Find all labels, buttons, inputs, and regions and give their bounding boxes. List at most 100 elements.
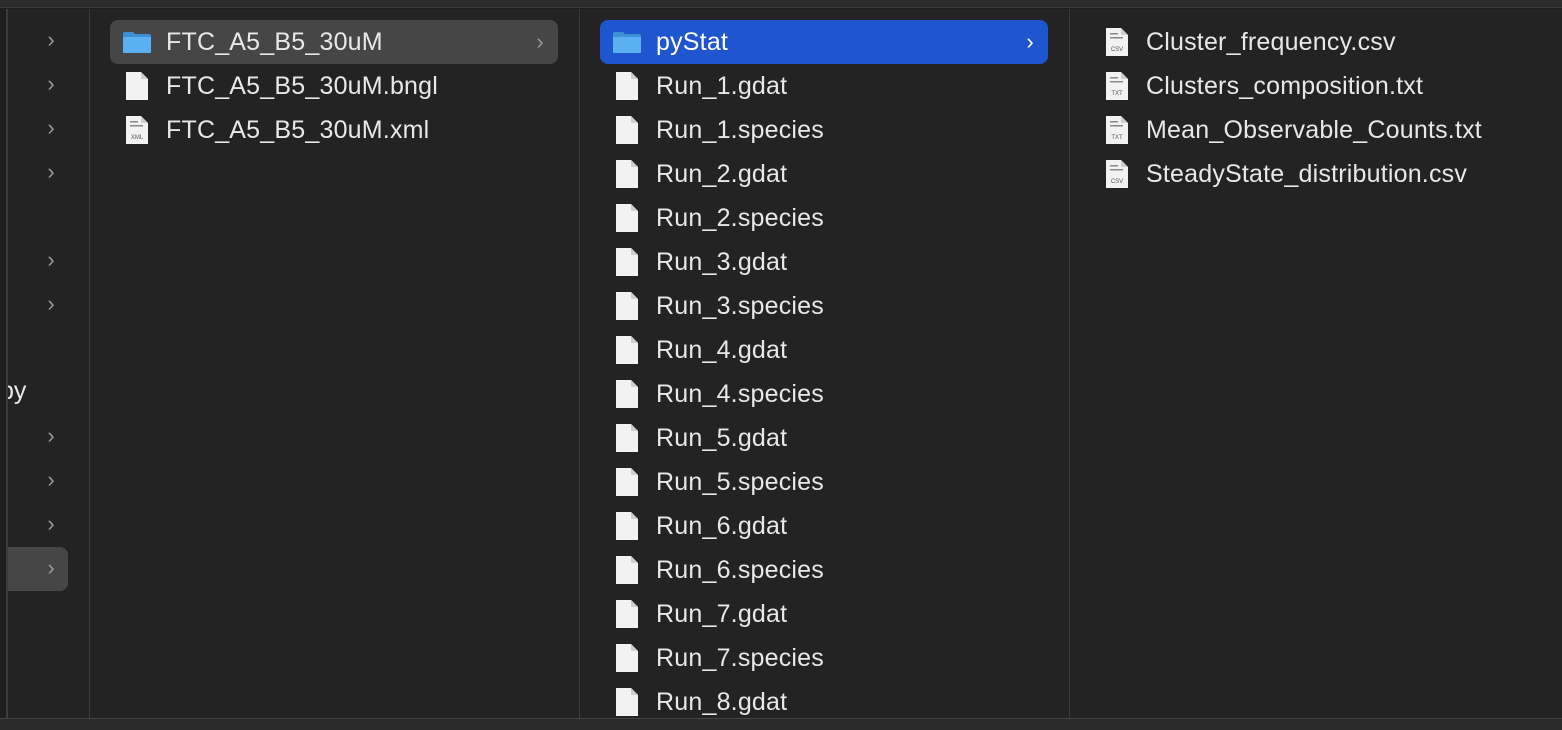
parent-row[interactable]: ›	[8, 238, 89, 282]
folder-icon	[613, 32, 641, 53]
list-item-label: Run_5.species	[656, 467, 824, 496]
list-item-label: Run_3.gdat	[656, 247, 788, 276]
list-item-label: Run_5.gdat	[656, 423, 788, 452]
list-item-label: Run_8.gdat	[656, 687, 788, 716]
parent-row[interactable]: ›	[8, 62, 89, 106]
parent-row-label-truncated: py	[8, 377, 27, 405]
list-item-label: FTC_A5_B5_30uM.xml	[166, 115, 430, 144]
csv-file-icon: CSV	[1105, 27, 1129, 57]
list-item-file[interactable]: CSV SteadyState_distribution.csv	[1090, 152, 1560, 196]
parent-row[interactable]: ›	[8, 282, 89, 326]
list-item-label: Run_4.species	[656, 379, 824, 408]
list-item-file[interactable]: Run_1.species	[600, 108, 1048, 152]
list-item-label: Run_1.species	[656, 115, 824, 144]
list-item-file[interactable]: Run_6.gdat	[600, 504, 1048, 548]
list-item-folder-selected[interactable]: FTC_A5_B5_30uM ›	[110, 20, 558, 64]
list-item-file[interactable]: Run_4.species	[600, 372, 1048, 416]
file-type-tag: TXT	[1111, 135, 1123, 141]
file-icon	[615, 555, 639, 585]
xml-file-icon: XML	[125, 115, 149, 145]
list-item-file[interactable]: CSV Cluster_frequency.csv	[1090, 20, 1560, 64]
chevron-right-icon: ›	[47, 115, 55, 140]
browser-column-parent[interactable]: › › › › › › py › › › ›	[8, 9, 89, 718]
list-item-folder-selected[interactable]: pyStat ›	[600, 20, 1048, 64]
list-item-label: Clusters_composition.txt	[1146, 71, 1424, 100]
txt-file-icon: TXT	[1105, 115, 1129, 145]
list-item-file[interactable]: Run_2.species	[600, 196, 1048, 240]
file-icon	[615, 687, 639, 717]
parent-row[interactable]: ›	[8, 414, 89, 458]
browser-column-1[interactable]: FTC_A5_B5_30uM › FTC_A5_B5_30uM.bngl XML…	[90, 9, 579, 718]
list-item-file[interactable]: Run_5.gdat	[600, 416, 1048, 460]
list-item-label: FTC_A5_B5_30uM	[166, 27, 383, 56]
window-top-edge	[0, 0, 1562, 8]
file-icon	[615, 115, 639, 145]
list-item-file[interactable]: Run_5.species	[600, 460, 1048, 504]
chevron-right-icon: ›	[47, 555, 55, 580]
file-icon	[615, 291, 639, 321]
list-item-label: SteadyState_distribution.csv	[1146, 159, 1468, 188]
list-item-label: Run_1.gdat	[656, 71, 788, 100]
chevron-right-icon: ›	[47, 291, 55, 316]
list-item-file[interactable]: Run_3.gdat	[600, 240, 1048, 284]
list-item-file[interactable]: Run_2.gdat	[600, 152, 1048, 196]
list-item-label: Run_7.species	[656, 643, 824, 672]
list-item-label: Run_6.species	[656, 555, 824, 584]
list-item-file[interactable]: FTC_A5_B5_30uM.bngl	[110, 64, 558, 108]
list-item-label: Run_2.gdat	[656, 159, 788, 188]
browser-column-3[interactable]: CSV Cluster_frequency.csv TXT Clusters_comp…	[1070, 9, 1562, 718]
file-icon	[615, 599, 639, 629]
browser-column-2[interactable]: pyStat › Run_1.gdat Run_1.species Run_2.gd…	[580, 9, 1069, 718]
list-item-file[interactable]: Run_1.gdat	[600, 64, 1048, 108]
file-icon	[615, 467, 639, 497]
list-item-file[interactable]: TXT Mean_Observable_Counts.txt	[1090, 108, 1560, 152]
parent-row[interactable]: ›	[8, 106, 89, 150]
list-item-label: Run_2.species	[656, 203, 824, 232]
file-icon	[615, 203, 639, 233]
list-item-file[interactable]: Run_8.gdat	[600, 680, 1048, 718]
chevron-right-icon: ›	[47, 467, 55, 492]
parent-row-selected[interactable]: ›	[8, 546, 89, 590]
chevron-right-icon: ›	[47, 159, 55, 184]
file-type-tag: CSV	[1110, 47, 1124, 53]
file-type-tag: TXT	[1111, 91, 1123, 97]
file-icon	[615, 335, 639, 365]
list-item-file[interactable]: Run_7.gdat	[600, 592, 1048, 636]
chevron-right-icon: ›	[47, 27, 55, 52]
csv-file-icon: CSV	[1105, 159, 1129, 189]
file-icon	[615, 423, 639, 453]
file-icon	[615, 247, 639, 277]
list-item-file[interactable]: Run_4.gdat	[600, 328, 1048, 372]
list-item-label: pyStat	[656, 27, 729, 56]
chevron-right-icon: ›	[1026, 29, 1034, 54]
list-item-label: Run_3.species	[656, 291, 824, 320]
list-item-label: FTC_A5_B5_30uM.bngl	[166, 71, 439, 100]
chevron-right-icon: ›	[47, 423, 55, 448]
file-icon	[126, 72, 148, 100]
list-item-file[interactable]: TXT Clusters_composition.txt	[1090, 64, 1560, 108]
horizontal-scrollbar[interactable]	[0, 718, 1562, 730]
parent-row[interactable]: ›	[8, 150, 89, 194]
file-icon	[615, 71, 639, 101]
folder-icon	[123, 32, 151, 53]
parent-row[interactable]: ›	[8, 18, 89, 62]
file-icon	[615, 159, 639, 189]
file-icon	[615, 511, 639, 541]
list-item-label: Cluster_frequency.csv	[1146, 27, 1396, 56]
list-item-file[interactable]: Run_3.species	[600, 284, 1048, 328]
list-item-label: Run_6.gdat	[656, 511, 788, 540]
file-icon	[615, 379, 639, 409]
file-icon	[615, 643, 639, 673]
parent-row[interactable]: ›	[8, 502, 89, 546]
list-item-label: Run_7.gdat	[656, 599, 788, 628]
chevron-right-icon: ›	[536, 29, 544, 54]
chevron-right-icon: ›	[47, 511, 55, 536]
parent-row[interactable]: ›	[8, 458, 89, 502]
list-item-file[interactable]: XML FTC_A5_B5_30uM.xml	[110, 108, 558, 152]
chevron-right-icon: ›	[47, 247, 55, 272]
txt-file-icon: TXT	[1105, 71, 1129, 101]
list-item-file[interactable]: Run_7.species	[600, 636, 1048, 680]
chevron-right-icon: ›	[47, 71, 55, 96]
list-item-label: Mean_Observable_Counts.txt	[1146, 115, 1482, 144]
list-item-file[interactable]: Run_6.species	[600, 548, 1048, 592]
